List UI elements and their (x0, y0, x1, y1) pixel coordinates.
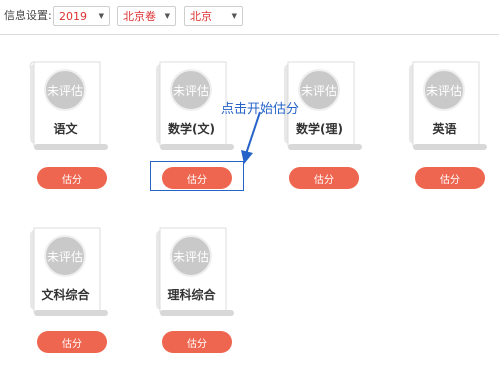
estimate-button-english[interactable]: 估分 (415, 167, 485, 189)
status-badge: 未评估 (423, 69, 465, 111)
subject-title: 文科综合 (41, 288, 90, 302)
pointer-arrow-icon (241, 111, 261, 164)
score-estimate-page: 信息设置: 2019 ▼ 北京卷 ▼ 北京 ▼ 未评估 语文 估分 未评估 数学… (0, 0, 499, 365)
subject-title: 理科综合 (167, 288, 216, 302)
status-badge: 未评估 (170, 235, 212, 277)
region-select-value: 北京 (190, 10, 212, 23)
subject-title: 数学(文) (168, 122, 215, 136)
estimate-button-liberal-arts-comprehensive[interactable]: 估分 (37, 331, 107, 353)
chevron-down-icon: ▼ (98, 11, 104, 20)
estimate-button-science-comprehensive[interactable]: 估分 (162, 331, 232, 353)
subject-title: 数学(理) (296, 122, 343, 136)
chevron-down-icon: ▼ (164, 11, 170, 20)
highlight-frame (150, 161, 244, 191)
status-badge: 未评估 (298, 69, 340, 111)
region-select[interactable]: 北京 ▼ (184, 6, 243, 26)
status-badge: 未评估 (44, 69, 86, 111)
subject-card-chinese: 未评估 语文 (28, 60, 110, 150)
subject-card-english: 未评估 英语 (407, 60, 489, 150)
exam-paper-select-value: 北京卷 (123, 10, 156, 23)
year-select[interactable]: 2019 ▼ (53, 6, 110, 26)
info-settings-label: 信息设置: (4, 9, 52, 22)
subject-title: 语文 (53, 122, 78, 136)
estimate-button-math-science[interactable]: 估分 (289, 167, 359, 189)
status-badge: 未评估 (170, 69, 212, 111)
estimate-button-chinese[interactable]: 估分 (37, 167, 107, 189)
subject-title: 英语 (432, 122, 457, 136)
header-divider (0, 34, 499, 35)
subject-card-liberal-arts-comprehensive: 未评估 文科综合 (28, 226, 110, 316)
subject-card-science-comprehensive: 未评估 理科综合 (154, 226, 236, 316)
status-badge: 未评估 (44, 235, 86, 277)
year-select-value: 2019 (59, 9, 87, 23)
exam-paper-select[interactable]: 北京卷 ▼ (117, 6, 176, 26)
chevron-down-icon: ▼ (231, 11, 237, 20)
